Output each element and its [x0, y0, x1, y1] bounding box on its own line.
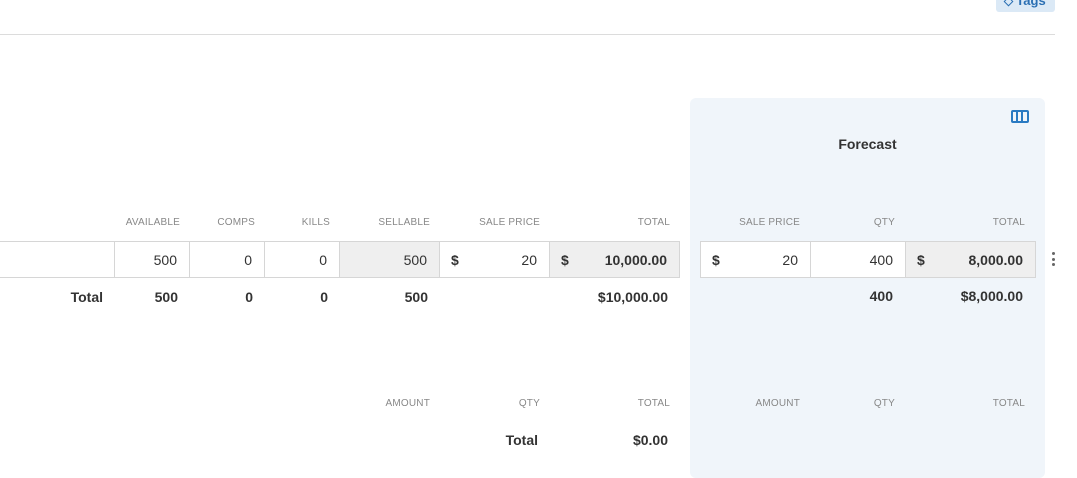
- forecast-title: Forecast: [838, 136, 897, 152]
- header-sellable: SELLABLE: [378, 217, 430, 228]
- extras-header-total: TOTAL: [637, 398, 670, 409]
- total-comps: 0: [245, 289, 253, 305]
- forecast-header-qty: QTY: [873, 217, 895, 228]
- total-available: 500: [154, 289, 178, 305]
- tickets-grand-total: $10,000.00: [597, 289, 668, 305]
- forecast-extras-header-qty: QTY: [873, 398, 895, 409]
- ticket-name-field[interactable]: [0, 241, 115, 278]
- tags-button[interactable]: Tags: [996, 0, 1055, 12]
- extras-total-label: Total: [505, 432, 538, 448]
- forecast-header-sale-price: SALE PRICE: [739, 217, 800, 228]
- extras-grand-total: $0.00: [632, 432, 668, 448]
- forecast-extras-header-total: TOTAL: [992, 398, 1025, 409]
- comps-input[interactable]: 0: [189, 241, 265, 278]
- currency-symbol: $: [561, 251, 569, 268]
- header-divider: [0, 34, 1055, 35]
- currency-symbol: $: [712, 251, 720, 268]
- sellable-value: 500: [339, 241, 440, 278]
- forecast-total-qty: 400: [869, 288, 893, 304]
- available-input[interactable]: 500: [114, 241, 190, 278]
- forecast-sale-price-input[interactable]: $ 20: [700, 241, 811, 278]
- forecast-qty-input[interactable]: 400: [810, 241, 906, 278]
- tags-label: Tags: [1016, 0, 1046, 8]
- header-available: AVAILABLE: [125, 217, 180, 228]
- total-sellable: 500: [404, 289, 428, 305]
- columns-icon[interactable]: [1011, 110, 1029, 123]
- tag-icon: [1003, 0, 1014, 7]
- currency-symbol: $: [451, 251, 459, 268]
- total-kills: 0: [320, 289, 328, 305]
- currency-symbol: $: [917, 251, 925, 268]
- forecast-header-total: TOTAL: [992, 217, 1025, 228]
- forecast-extras-header-amount: AMOUNT: [755, 398, 800, 409]
- header-total: TOTAL: [637, 217, 670, 228]
- extras-header-qty: QTY: [518, 398, 540, 409]
- row-menu-icon[interactable]: [1051, 252, 1055, 266]
- forecast-total-value: $ 8,000.00: [905, 241, 1036, 278]
- forecast-grand-total: $8,000.00: [960, 288, 1023, 304]
- kills-input[interactable]: 0: [264, 241, 340, 278]
- sale-price-input[interactable]: $ 20: [439, 241, 550, 278]
- extras-header-amount: AMOUNT: [385, 398, 430, 409]
- header-comps: COMPS: [217, 217, 255, 228]
- row-total-value: $ 10,000.00: [549, 241, 680, 278]
- header-sale-price: SALE PRICE: [479, 217, 540, 228]
- header-kills: KILLS: [301, 217, 330, 228]
- tickets-total-label: Total: [70, 289, 103, 305]
